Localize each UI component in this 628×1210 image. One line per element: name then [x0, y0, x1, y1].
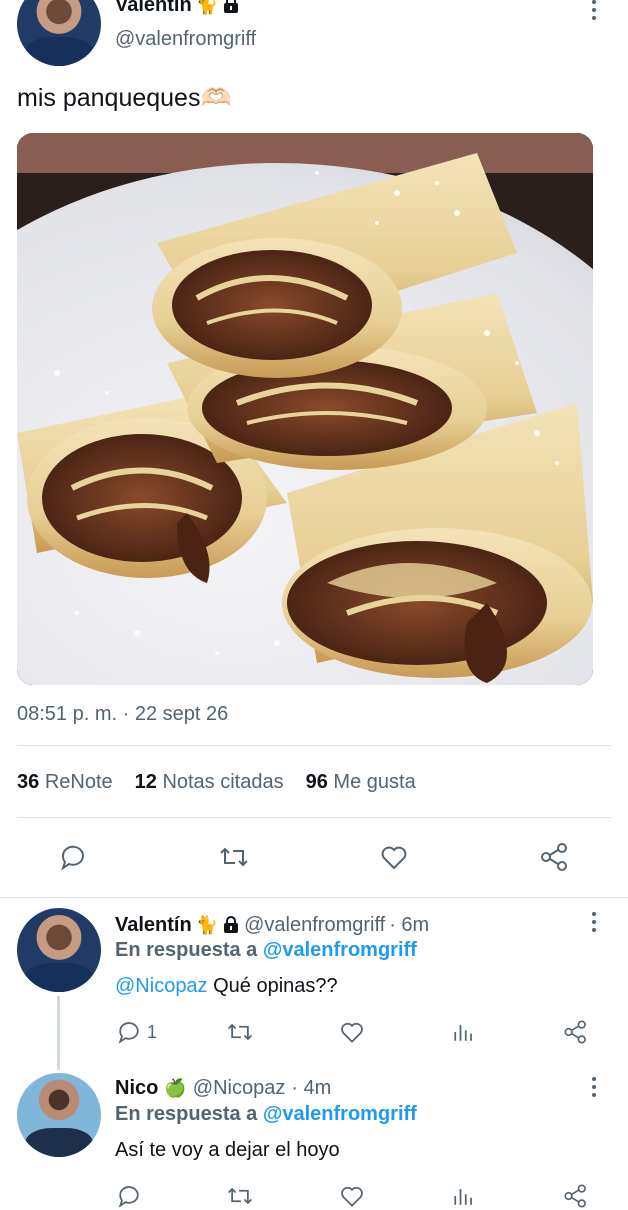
- renote-icon: [228, 1023, 252, 1041]
- likes-label: Me gusta: [333, 771, 416, 793]
- more-options-icon[interactable]: [591, 1077, 597, 1097]
- divider: [17, 817, 611, 818]
- author-handle[interactable]: @valenfromgriff: [115, 28, 256, 51]
- avatar-shirt: [25, 36, 93, 66]
- mention-link[interactable]: @Nicopaz: [115, 975, 208, 997]
- like-button[interactable]: [378, 841, 410, 873]
- apple-emoji: 🍏: [164, 1077, 187, 1098]
- reply-time: · 6m: [389, 913, 430, 936]
- reply-to-link[interactable]: @valenfromgriff: [263, 939, 417, 961]
- reply-prefix: En respuesta a: [115, 939, 258, 961]
- renotes-stat[interactable]: 36 ReNote: [17, 771, 113, 794]
- renote-button[interactable]: [225, 1182, 255, 1210]
- author-name: Valentín: [115, 0, 192, 16]
- avatar[interactable]: [17, 1073, 101, 1157]
- share-button[interactable]: [538, 841, 572, 873]
- reply-text: @Nicopaz Qué opinas??: [115, 975, 338, 998]
- lock-icon: [224, 0, 239, 13]
- renote-icon: [228, 1187, 252, 1205]
- author-name-row[interactable]: Valentín 🐈: [115, 0, 240, 18]
- lock-icon: [224, 916, 239, 933]
- views-icon: [454, 1025, 472, 1041]
- reply-author-name: Nico: [115, 1076, 159, 1099]
- tweet-timestamp[interactable]: 08:51 p. m. · 22 sept 26: [17, 703, 228, 726]
- reply-header[interactable]: Nico 🍏 @Nicopaz · 4m: [115, 1075, 331, 1101]
- reply-button[interactable]: 1: [115, 1018, 157, 1046]
- more-options-icon[interactable]: [591, 912, 597, 932]
- tweet-stats: 36 ReNote 12 Notas citadas 96 Me gusta: [17, 771, 416, 794]
- reply-author-name: Valentín: [115, 913, 192, 936]
- reply-body: Qué opinas??: [213, 975, 338, 997]
- share-button[interactable]: [562, 1182, 590, 1210]
- likes-stat[interactable]: 96 Me gusta: [306, 771, 416, 794]
- views-icon: [454, 1189, 472, 1205]
- more-options-icon[interactable]: [591, 0, 597, 20]
- reply-prefix: En respuesta a: [115, 1103, 258, 1125]
- share-button[interactable]: [562, 1018, 590, 1046]
- likes-count: 96: [305, 771, 328, 793]
- like-button[interactable]: [338, 1018, 366, 1046]
- renotes-label: ReNote: [44, 771, 113, 793]
- reply-context: En respuesta a @valenfromgriff: [115, 939, 417, 962]
- cat-emoji: 🐈: [195, 914, 219, 935]
- share-icon: [564, 1020, 586, 1044]
- quotes-stat[interactable]: 12 Notas citadas: [135, 771, 284, 794]
- share-icon: [541, 843, 567, 871]
- reply-to-link[interactable]: @valenfromgriff: [263, 1103, 417, 1125]
- crepes-photo: [17, 133, 593, 685]
- views-button[interactable]: [450, 1018, 478, 1046]
- divider: [17, 745, 611, 746]
- reply-time: · 4m: [291, 1076, 332, 1099]
- cat-emoji: 🐈: [195, 0, 219, 15]
- reply-text: Así te voy a dejar el hoyo: [115, 1139, 340, 1161]
- reply-icon: [118, 1022, 139, 1044]
- reply-icon: [61, 845, 84, 871]
- reply-button[interactable]: [115, 1182, 143, 1210]
- reply-count: 1: [147, 1021, 158, 1042]
- like-icon: [381, 846, 407, 870]
- reply-author-handle: @valenfromgriff: [244, 913, 386, 936]
- reply-button[interactable]: [57, 841, 89, 873]
- tweet-text: mis panqueques🫶🏻: [17, 84, 232, 112]
- quotes-label: Notas citadas: [162, 771, 284, 793]
- avatar[interactable]: [17, 0, 101, 66]
- reply-icon: [118, 1186, 139, 1208]
- renotes-count: 36: [17, 771, 40, 793]
- views-button[interactable]: [450, 1182, 478, 1210]
- avatar[interactable]: [17, 908, 101, 992]
- quotes-count: 12: [134, 771, 157, 793]
- reply-author-handle: @Nicopaz: [192, 1076, 286, 1099]
- reply-context: En respuesta a @valenfromgriff: [115, 1103, 417, 1126]
- renote-button[interactable]: [225, 1018, 255, 1046]
- renote-icon: [220, 847, 248, 867]
- like-icon: [341, 1186, 363, 1207]
- divider: [0, 897, 628, 898]
- avatar-shirt: [25, 962, 93, 992]
- avatar-shirt: [25, 1127, 93, 1157]
- share-icon: [564, 1184, 586, 1208]
- thread-line: [57, 996, 60, 1070]
- like-icon: [341, 1022, 363, 1043]
- tweet-image[interactable]: [17, 133, 593, 685]
- like-button[interactable]: [338, 1182, 366, 1210]
- renote-button[interactable]: [217, 841, 251, 873]
- reply-header[interactable]: Valentín 🐈 @valenfromgriff · 6m: [115, 912, 429, 938]
